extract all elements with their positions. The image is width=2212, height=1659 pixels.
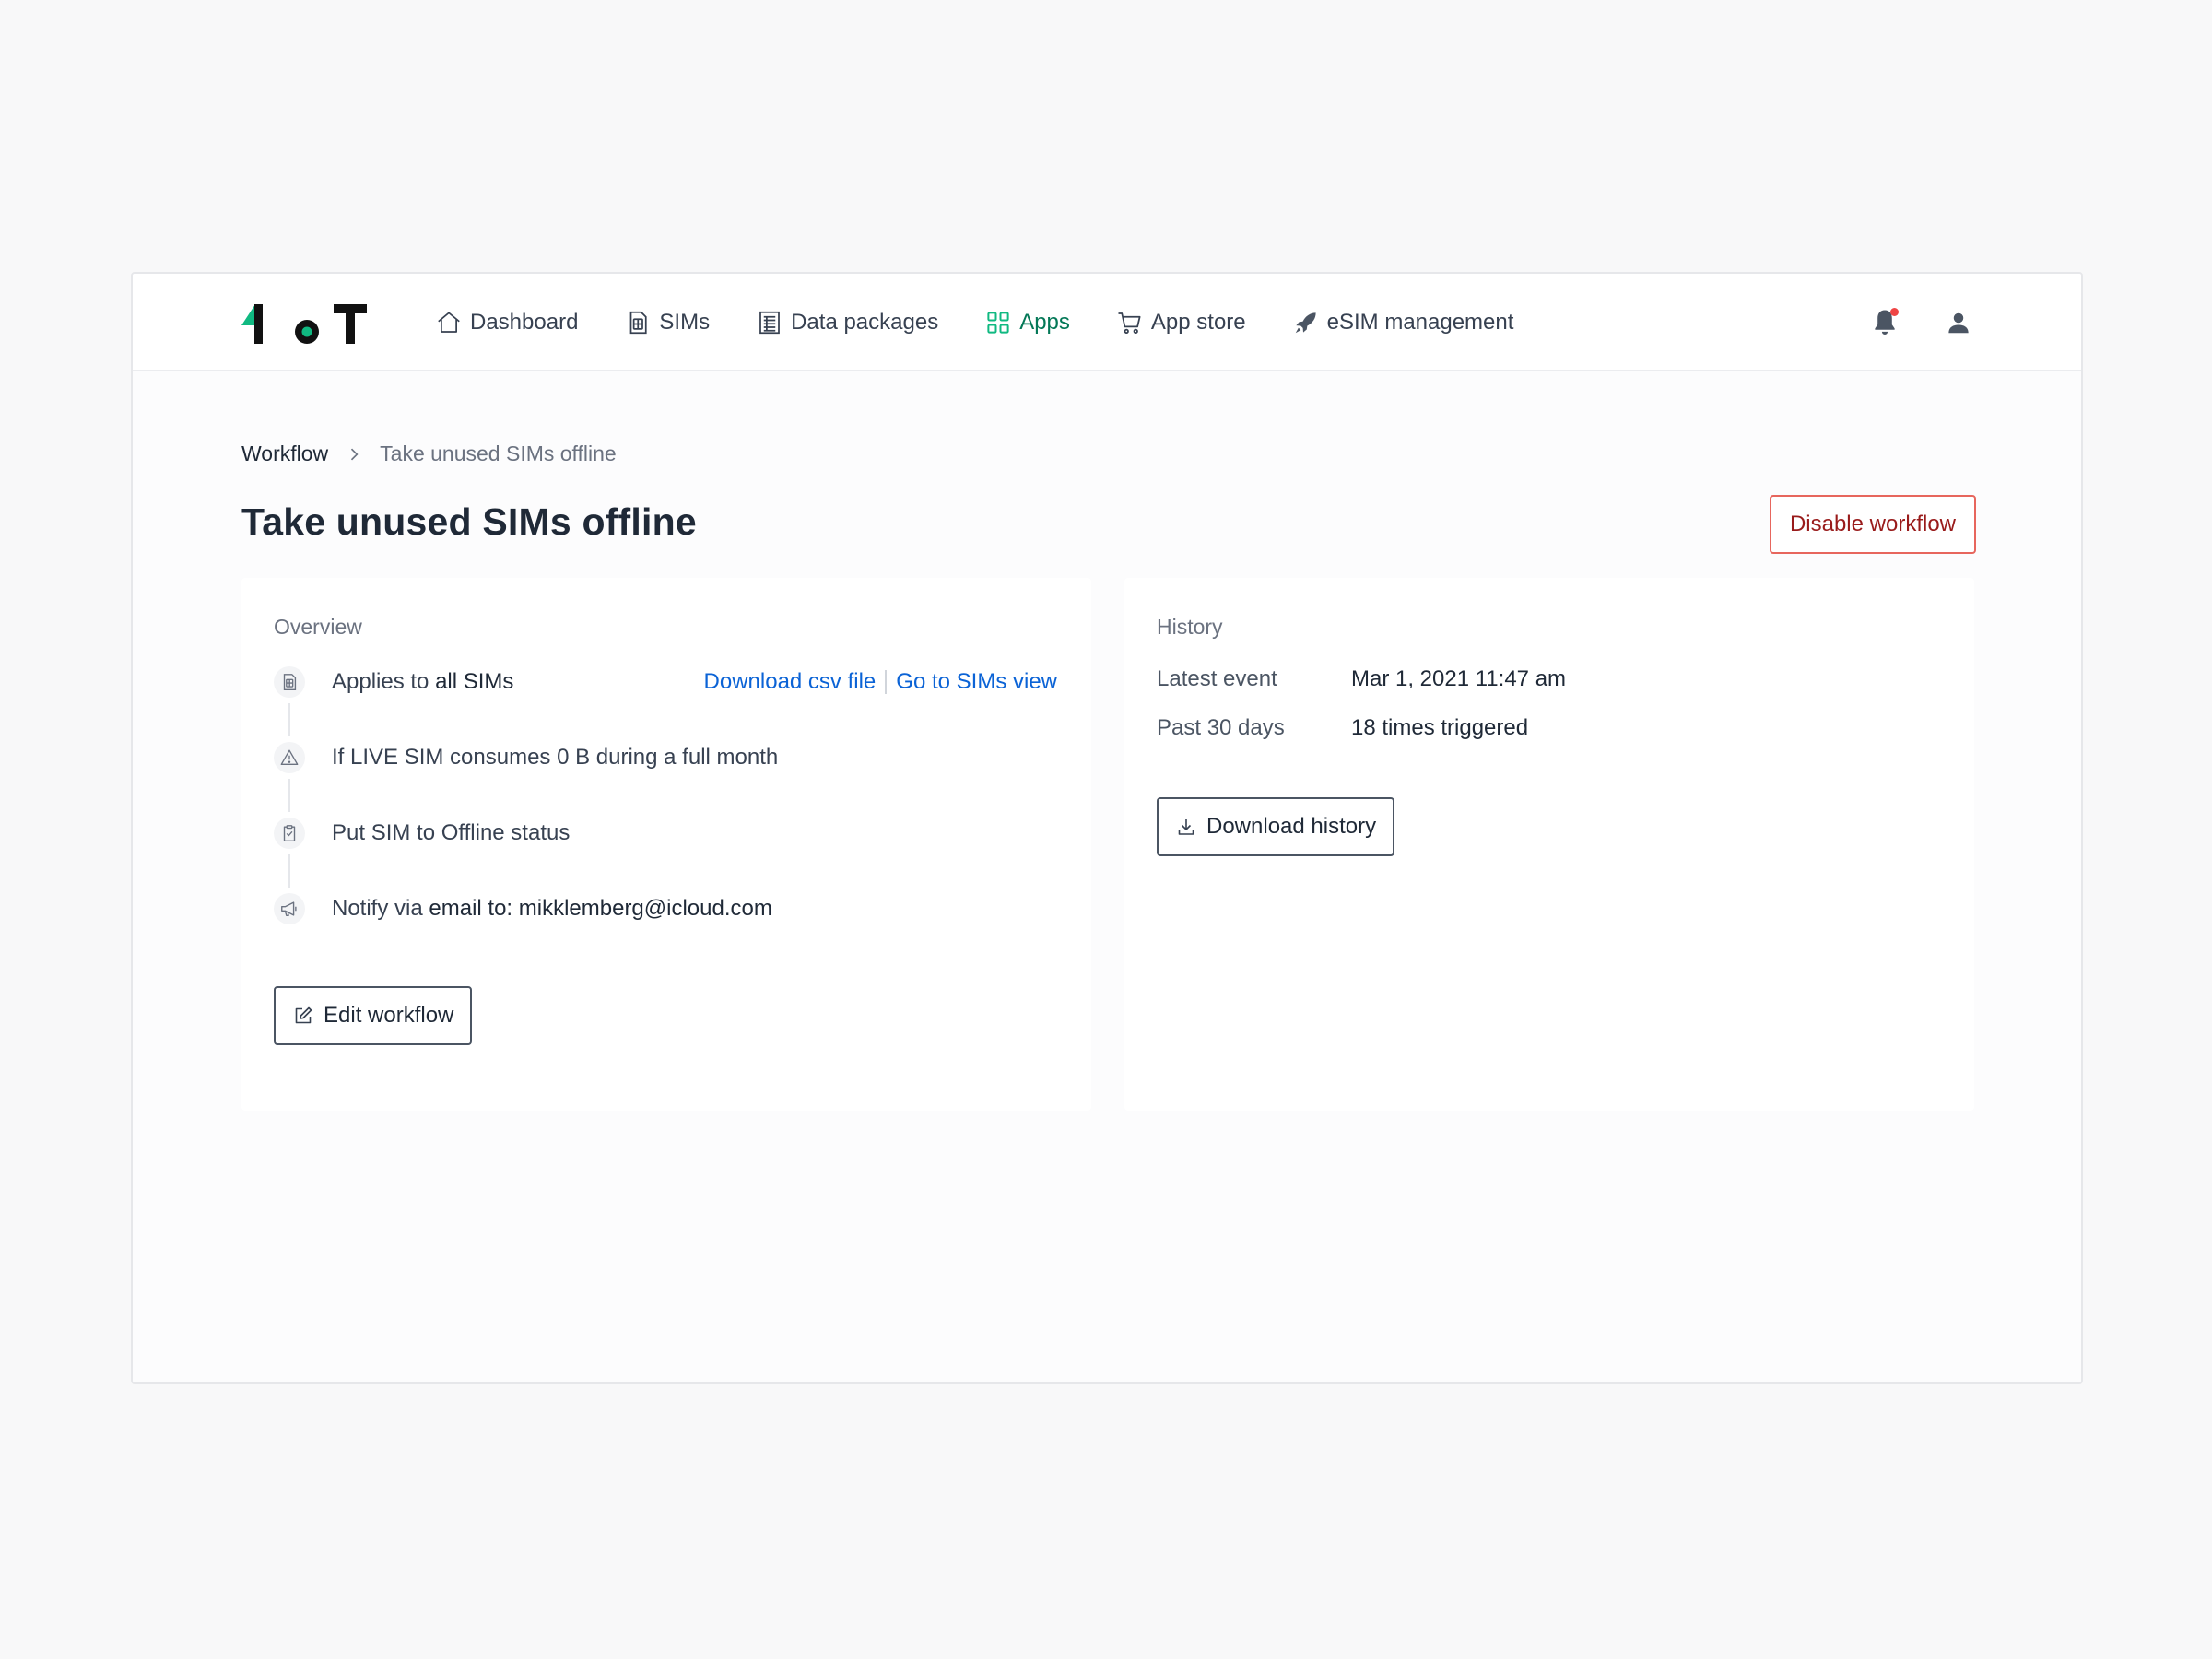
nav-item-label: SIMs — [659, 310, 711, 335]
history-card: History Latest event Mar 1, 2021 11:47 a… — [1124, 578, 1974, 1111]
step-text: Notify via email to: mikklemberg@icloud.… — [332, 893, 772, 924]
apps-grid-icon — [987, 312, 1009, 334]
notification-dot — [1890, 308, 1899, 316]
download-icon — [1178, 819, 1194, 835]
link-divider — [885, 670, 888, 694]
main-nav: Dashboard SIMs Data packages Apps App st… — [435, 274, 1559, 371]
step-icon-wrapper — [274, 666, 305, 698]
workflow-step: Put SIM to Offline status — [274, 818, 1057, 893]
history-title: History — [1157, 615, 1223, 639]
download-csv-link[interactable]: Download csv file — [704, 666, 877, 698]
nav-item-label: Dashboard — [470, 310, 579, 335]
page-title: Take unused SIMs offline — [241, 500, 697, 543]
nav-item-sims[interactable]: SIMs — [624, 309, 710, 336]
megaphone-icon — [281, 901, 297, 917]
user-icon[interactable] — [1945, 309, 1972, 336]
step-value: email to: mikklemberg@icloud.com — [429, 896, 772, 921]
chevron-right-icon — [351, 448, 359, 460]
data-package-icon — [759, 311, 780, 335]
step-connector — [288, 779, 290, 812]
download-history-button[interactable]: Download history — [1157, 797, 1395, 856]
edit-workflow-label: Edit workflow — [324, 1003, 454, 1028]
workflow-step: Applies to all SIMs Download csv file Go… — [274, 666, 1057, 742]
top-navigation-bar: Dashboard SIMs Data packages Apps App st… — [133, 274, 2081, 371]
warning-icon — [280, 749, 299, 766]
nav-item-app-store[interactable]: App store — [1116, 309, 1246, 336]
history-row-value: Mar 1, 2021 11:47 am — [1351, 666, 1567, 691]
sim-card-icon — [283, 674, 297, 690]
logo[interactable] — [241, 301, 371, 347]
step-icon-wrapper — [274, 742, 305, 773]
step-prefix: Notify via — [332, 896, 423, 921]
top-actions — [1869, 274, 1972, 371]
nav-item-label: Data packages — [791, 310, 939, 335]
nav-item-label: eSIM management — [1326, 310, 1514, 335]
overview-title: Overview — [274, 615, 362, 639]
step-text: If LIVE SIM consumes 0 B during a full m… — [332, 745, 779, 770]
edit-workflow-button[interactable]: Edit workflow — [274, 986, 473, 1045]
history-row-value: 18 times triggered — [1351, 715, 1529, 740]
step-text: Applies to all SIMs — [332, 666, 513, 698]
history-row: Past 30 days 18 times triggered — [1157, 715, 1528, 741]
workflow-steps: Applies to all SIMs Download csv file Go… — [274, 666, 1057, 969]
breadcrumb-workflow-link[interactable]: Workflow — [241, 441, 328, 466]
nav-item-esim-management[interactable]: eSIM management — [1292, 309, 1514, 336]
app-window: Dashboard SIMs Data packages Apps App st… — [131, 272, 2083, 1384]
step-links: Download csv file Go to SIMs view — [704, 666, 1057, 698]
step-prefix: Applies to — [332, 669, 429, 694]
edit-icon — [295, 1006, 312, 1024]
disable-workflow-button[interactable]: Disable workflow — [1769, 495, 1976, 554]
step-value: all SIMs — [435, 669, 514, 694]
nav-item-label: App store — [1150, 310, 1246, 335]
sim-card-icon — [630, 311, 648, 335]
workflow-step: Notify via email to: mikklemberg@icloud.… — [274, 893, 1057, 969]
workflow-step: If LIVE SIM consumes 0 B during a full m… — [274, 742, 1057, 818]
step-text: Put SIM to Offline status — [332, 820, 571, 845]
notifications-button[interactable] — [1869, 307, 1900, 338]
nav-item-label: Apps — [1019, 310, 1070, 335]
download-history-label: Download history — [1206, 814, 1377, 839]
nav-item-data-packages[interactable]: Data packages — [756, 309, 938, 336]
home-icon — [438, 312, 460, 333]
step-icon-wrapper — [274, 893, 305, 924]
go-to-sims-view-link[interactable]: Go to SIMs view — [896, 666, 1057, 698]
rocket-icon — [1295, 312, 1316, 334]
step-icon-wrapper — [274, 818, 305, 849]
overview-card: Overview Applies to all SIMs Download cs… — [241, 578, 1091, 1111]
clipboard-check-icon — [283, 825, 296, 841]
history-row-label: Past 30 days — [1157, 715, 1285, 740]
cart-icon — [1118, 312, 1141, 335]
history-row-label: Latest event — [1157, 666, 1277, 691]
breadcrumb: Workflow Take unused SIMs offline — [241, 441, 617, 466]
history-row: Latest event Mar 1, 2021 11:47 am — [1157, 666, 1566, 692]
step-connector — [288, 703, 290, 736]
step-connector — [288, 854, 290, 888]
nav-item-apps[interactable]: Apps — [984, 309, 1070, 336]
nav-item-dashboard[interactable]: Dashboard — [435, 309, 578, 336]
breadcrumb-current: Take unused SIMs offline — [380, 441, 617, 465]
